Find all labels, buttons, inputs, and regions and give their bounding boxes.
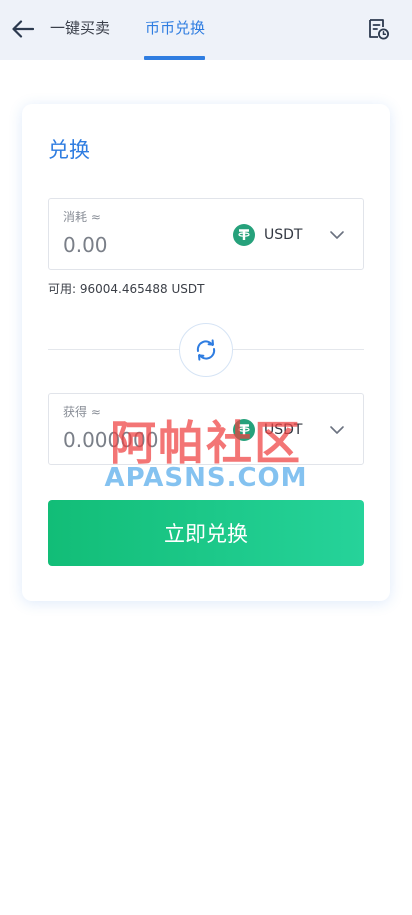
receive-coin-select[interactable]: USDT (233, 417, 353, 443)
spend-label: 消耗 ≈ (63, 210, 101, 224)
receive-field: 获得 ≈ USDT (48, 393, 364, 465)
active-tab-indicator (144, 56, 205, 60)
spend-coin-select[interactable]: USDT (233, 222, 353, 248)
usdt-icon (233, 419, 255, 441)
tab-quick-trade[interactable]: 一键买卖 (50, 18, 110, 38)
divider (233, 349, 364, 350)
swap-direction-button[interactable] (179, 323, 233, 377)
receive-coin-name: USDT (264, 422, 303, 438)
card-title: 兑换 (48, 138, 90, 162)
order-record-icon[interactable] (364, 15, 392, 43)
receive-label: 获得 ≈ (63, 405, 101, 419)
available-balance: 可用: 96004.465488 USDT (48, 282, 205, 296)
usdt-icon (233, 224, 255, 246)
swap-refresh-icon (196, 339, 216, 361)
exchange-now-button[interactable]: 立即兑换 (48, 500, 364, 566)
receive-amount-input[interactable] (63, 425, 213, 455)
chevron-down-icon[interactable] (329, 422, 345, 438)
tab-coin-swap[interactable]: 币币兑换 (145, 18, 205, 38)
exchange-card: 兑换 消耗 ≈ USDT 可用: 96004.465488 USDT (22, 104, 390, 601)
top-navigation-bar: 一键买卖 币币兑换 (0, 0, 412, 60)
back-arrow-icon[interactable] (10, 16, 36, 42)
chevron-down-icon[interactable] (329, 227, 345, 243)
spend-field: 消耗 ≈ USDT (48, 198, 364, 270)
spend-coin-name: USDT (264, 227, 303, 243)
spend-amount-input[interactable] (63, 230, 213, 260)
divider (48, 349, 179, 350)
